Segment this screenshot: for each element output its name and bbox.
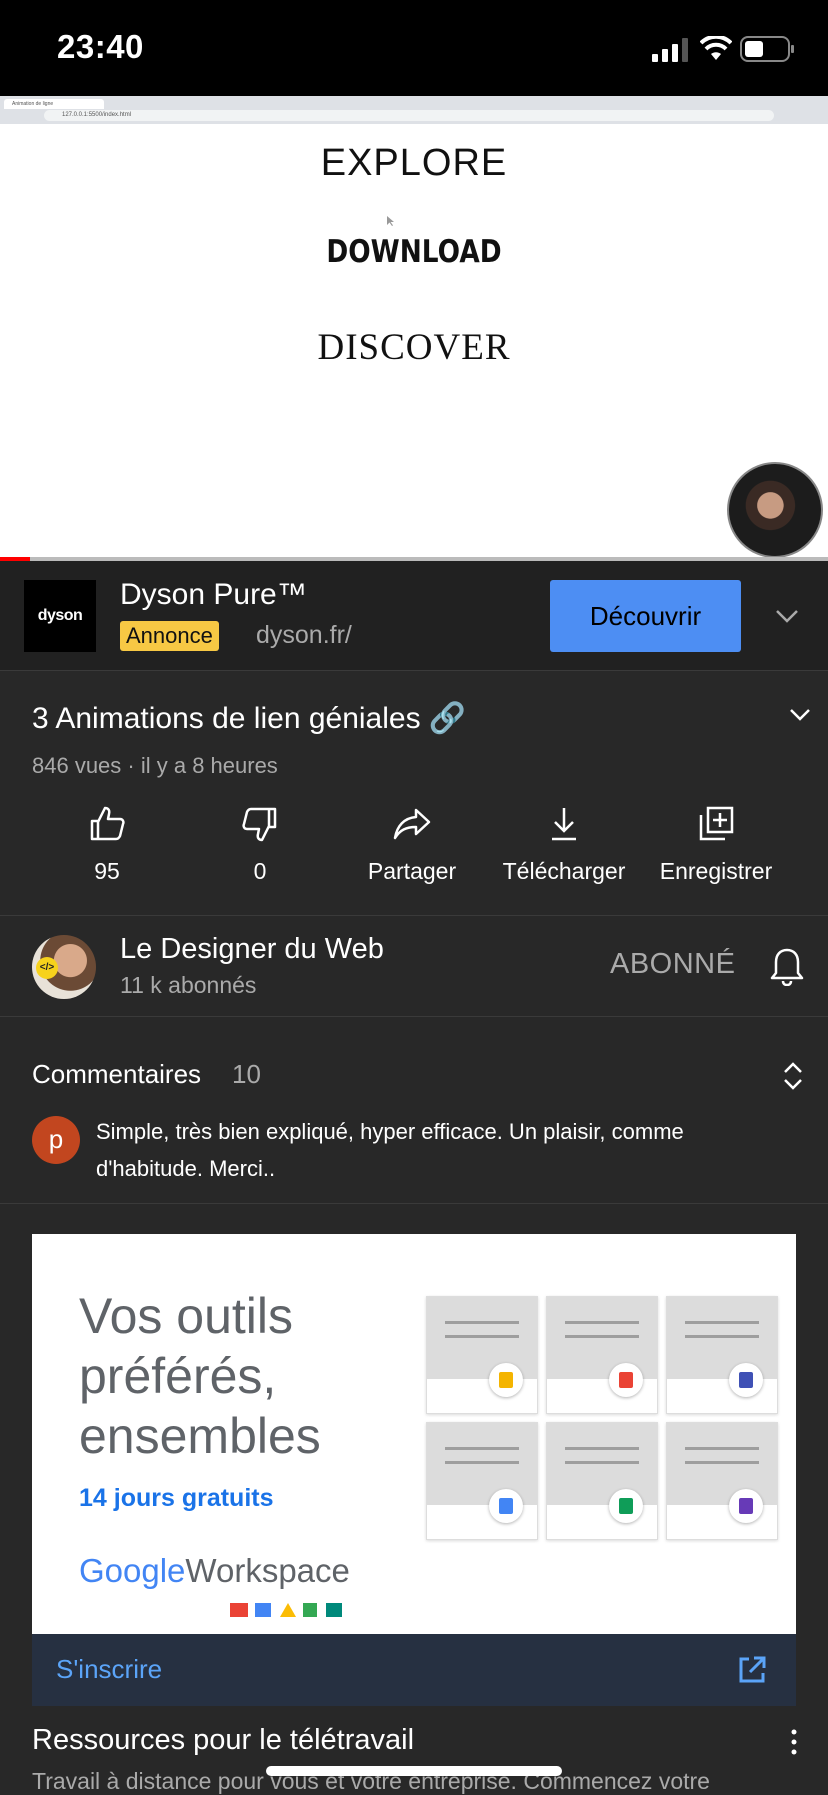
comment-text[interactable]: Simple, très bien expliqué, hyper effica… — [96, 1113, 796, 1187]
divider — [0, 1016, 828, 1017]
status-bar: 23:40 — [0, 0, 828, 96]
channel-subscribers: 11 k abonnés — [120, 972, 257, 998]
chevron-down-icon[interactable] — [774, 603, 800, 629]
share-button[interactable]: Partager — [342, 804, 482, 885]
share-label: Partager — [367, 858, 457, 884]
video-text-explore: EXPLORE — [320, 142, 508, 184]
forms-icon — [739, 1372, 753, 1388]
docs-icon — [499, 1498, 513, 1514]
channel-name[interactable]: Le Designer du Web — [120, 933, 384, 966]
video-text-download: DOWNLOAD — [326, 234, 502, 270]
bell-icon[interactable] — [769, 946, 805, 986]
comments-title[interactable]: Commentaires — [32, 1059, 201, 1090]
subscribe-button[interactable]: ABONNÉ — [610, 948, 735, 981]
pdf-icon — [619, 1372, 633, 1388]
open-external-icon[interactable] — [736, 1654, 768, 1686]
promo-cta-bar[interactable]: S'inscrire — [32, 1634, 796, 1706]
home-indicator[interactable] — [266, 1766, 562, 1776]
dyson-logo: dyson — [24, 580, 96, 652]
comments-count: 10 — [232, 1059, 261, 1089]
browser-tab: Animation de ligne — [4, 99, 104, 109]
status-time: 23:40 — [57, 28, 144, 65]
promo-headline: Vos outils préférés, ensembles — [79, 1288, 321, 1464]
code-badge-icon: </> — [36, 957, 58, 979]
divider — [0, 1203, 828, 1204]
video-text-discover: DISCOVER — [317, 327, 511, 368]
sheets-icon — [619, 1498, 633, 1514]
ad-banner[interactable]: dyson Dyson Pure™ Annonce dyson.fr/ Déco… — [0, 561, 828, 671]
download-button[interactable]: Télécharger — [494, 804, 634, 885]
ad-cta-button[interactable]: Découvrir — [550, 580, 741, 652]
promo-card[interactable]: Vos outils préférés, ensembles 14 jours … — [32, 1234, 796, 1634]
google-wordmark: Google — [79, 1552, 186, 1589]
slides-icon — [499, 1372, 513, 1388]
more-options-icon[interactable] — [788, 1728, 800, 1756]
promo-trial: 14 jours gratuits — [79, 1484, 274, 1512]
expand-description-icon[interactable] — [788, 702, 812, 726]
cursor-icon — [387, 216, 394, 226]
ad-badge: Annonce — [120, 621, 219, 651]
doc-tile — [666, 1422, 778, 1540]
promo-cta[interactable]: S'inscrire — [56, 1654, 162, 1685]
ad-url: dyson.fr/ — [256, 621, 352, 649]
save-label: Enregistrer — [659, 858, 773, 884]
share-icon — [393, 808, 431, 840]
resource-title[interactable]: Ressources pour le télétravail — [32, 1724, 414, 1757]
workspace-wordmark: Workspace — [185, 1552, 350, 1589]
dislike-count: 0 — [253, 858, 267, 884]
doc-tile — [546, 1422, 658, 1540]
save-button[interactable]: Enregistrer — [646, 804, 786, 885]
video-player[interactable]: Animation de ligne 127.0.0.1:5500/index.… — [0, 96, 828, 561]
webcam-overlay — [727, 462, 823, 558]
video-meta: 846 vues · il y a 8 heures — [32, 753, 278, 778]
like-count: 95 — [94, 858, 120, 884]
like-button[interactable]: 95 — [37, 804, 177, 885]
doc-tile — [426, 1422, 538, 1540]
battery-icon — [740, 36, 794, 62]
video-title[interactable]: 3 Animations de lien géniales 🔗 — [32, 701, 466, 736]
thumbs-up-icon — [90, 806, 125, 841]
doc-tile — [546, 1296, 658, 1414]
dislike-button[interactable]: 0 — [190, 804, 330, 885]
forms-purple-icon — [739, 1498, 753, 1514]
thumbs-down-icon — [242, 807, 277, 842]
ad-title: Dyson Pure™ — [120, 578, 307, 611]
doc-tile — [666, 1296, 778, 1414]
save-icon — [699, 806, 734, 841]
channel-avatar[interactable]: </> — [32, 935, 96, 999]
download-label: Télécharger — [502, 858, 626, 884]
wifi-icon — [700, 36, 732, 60]
expand-collapse-icon[interactable] — [782, 1059, 804, 1093]
divider — [0, 915, 828, 916]
google-workspace-logo: GoogleWorkspace — [79, 1552, 350, 1590]
browser-url: 127.0.0.1:5500/index.html — [44, 110, 774, 121]
doc-tile — [426, 1296, 538, 1414]
workspace-apps-icon — [230, 1603, 342, 1617]
comment-avatar: p — [32, 1116, 80, 1164]
signal-icon — [652, 38, 688, 62]
download-icon — [552, 808, 576, 841]
recorded-browser-bar: Animation de ligne 127.0.0.1:5500/index.… — [0, 96, 828, 124]
